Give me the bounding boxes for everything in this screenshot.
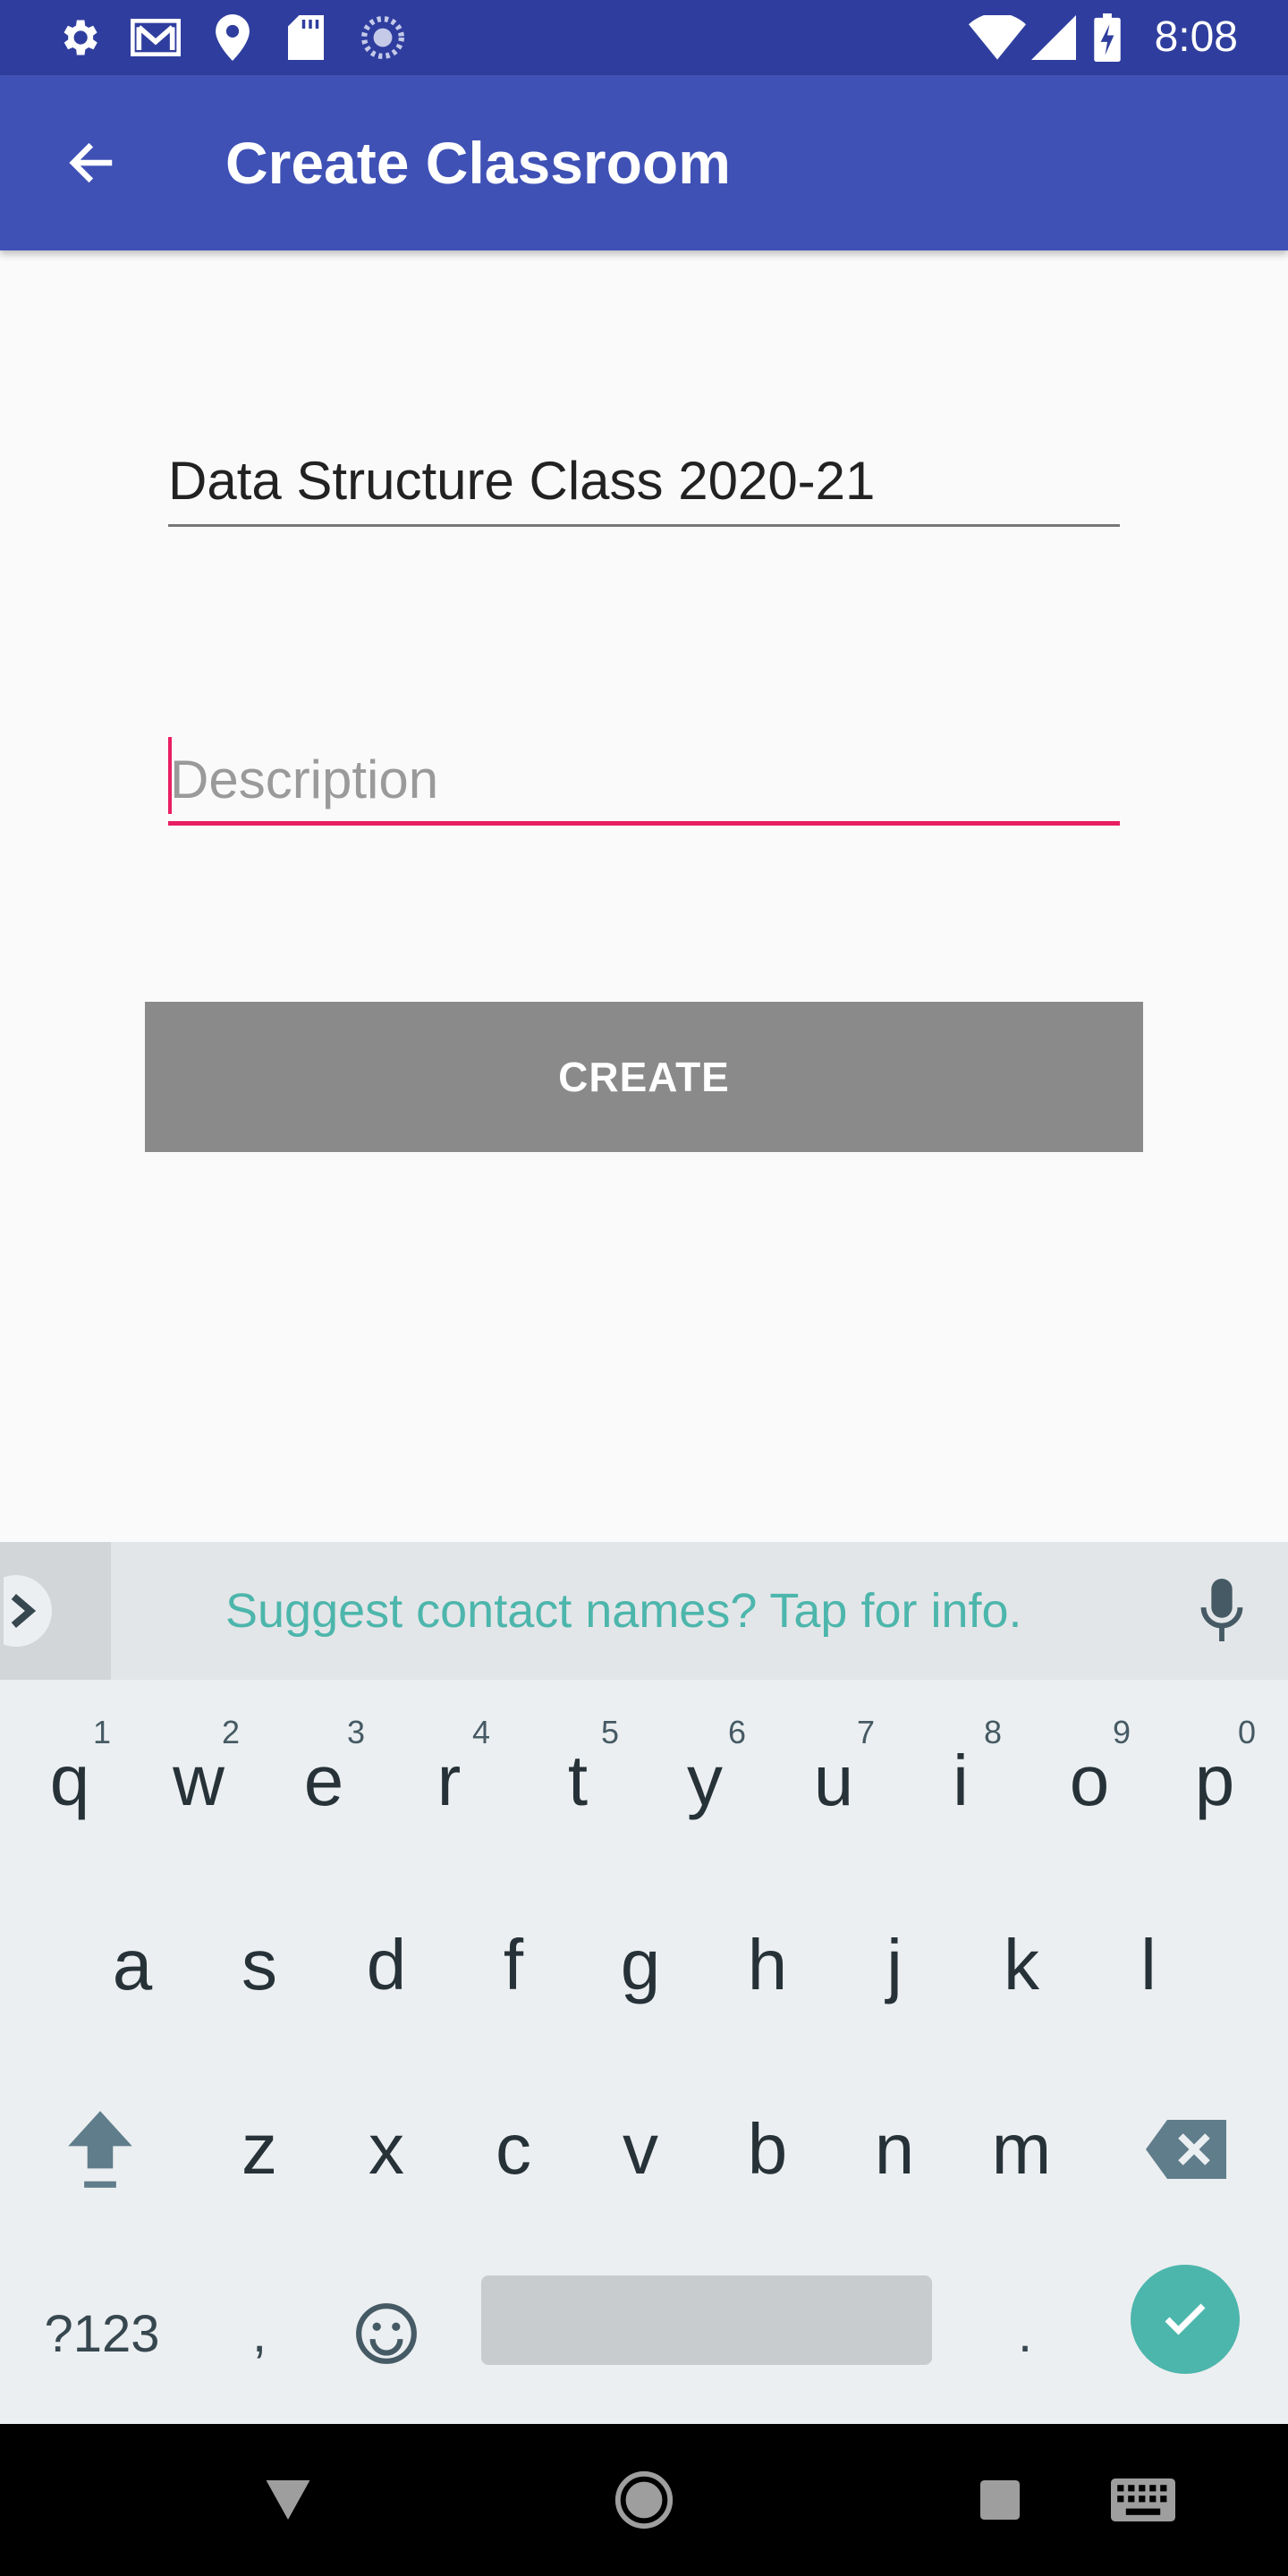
emoji-key[interactable] xyxy=(333,2249,440,2419)
classroom-name-field[interactable]: Data Structure Class 2020-21 xyxy=(168,429,1120,527)
key-j[interactable]: j xyxy=(841,1880,948,2050)
key-o[interactable]: o9 xyxy=(1036,1696,1143,1866)
key-c[interactable]: c xyxy=(460,2064,567,2234)
key-l[interactable]: l xyxy=(1095,1880,1202,2050)
key-s[interactable]: s xyxy=(206,1880,313,2050)
signal-icon xyxy=(1029,13,1079,63)
key-m[interactable]: m xyxy=(968,2064,1075,2234)
key-label: r xyxy=(436,1741,462,1820)
classroom-name-value: Data Structure Class 2020-21 xyxy=(168,451,876,511)
key-hint: 0 xyxy=(1237,1714,1256,1750)
key-hint: 7 xyxy=(856,1714,875,1750)
space-bar[interactable] xyxy=(481,2275,932,2365)
backspace-icon xyxy=(1146,2120,1226,2179)
comma-key[interactable]: , xyxy=(206,2249,313,2419)
key-a[interactable]: a xyxy=(79,1880,186,2050)
key-label: t xyxy=(567,1741,589,1820)
key-x[interactable]: x xyxy=(333,2064,440,2234)
sync-icon xyxy=(358,13,408,63)
key-b[interactable]: b xyxy=(714,2064,821,2234)
key-q[interactable]: q1 xyxy=(16,1696,123,1866)
gmail-icon xyxy=(131,13,181,63)
key-p[interactable]: p0 xyxy=(1161,1696,1268,1866)
key-label: y xyxy=(687,1741,723,1820)
symbols-key[interactable]: ?123 xyxy=(30,2249,174,2419)
key-hint: 5 xyxy=(600,1714,619,1750)
sd-card-icon xyxy=(281,13,331,63)
emoji-icon xyxy=(356,2303,417,2364)
description-field[interactable]: Description xyxy=(168,733,1120,826)
keyboard-icon[interactable] xyxy=(1100,2457,1186,2543)
key-u[interactable]: u7 xyxy=(780,1696,887,1866)
key-z[interactable]: z xyxy=(206,2064,313,2234)
suggestion-text[interactable]: Suggest contact names? Tap for info. xyxy=(225,1542,1022,1680)
key-r[interactable]: r4 xyxy=(395,1696,503,1866)
key-label: q xyxy=(49,1741,90,1820)
key-i[interactable]: i8 xyxy=(907,1696,1014,1866)
status-bar: 8:08 xyxy=(0,0,1288,75)
recents-square-icon[interactable] xyxy=(957,2457,1043,2543)
battery-charging-icon xyxy=(1089,13,1125,63)
status-time: 8:08 xyxy=(1154,13,1238,61)
key-f[interactable]: f xyxy=(460,1880,567,2050)
key-k[interactable]: k xyxy=(968,1880,1075,2050)
checkmark-icon xyxy=(1165,2303,1206,2335)
home-circle-icon[interactable] xyxy=(601,2457,687,2543)
period-key[interactable]: . xyxy=(971,2249,1079,2419)
expand-chevron-icon[interactable] xyxy=(0,1542,111,1680)
soft-keyboard: Suggest contact names? Tap for info. q1 … xyxy=(0,1542,1288,2424)
key-d[interactable]: d xyxy=(333,1880,440,2050)
key-hint: 1 xyxy=(92,1714,111,1750)
back-triangle-icon[interactable] xyxy=(245,2457,331,2543)
wifi-icon xyxy=(966,13,1029,63)
description-placeholder: Description xyxy=(170,750,439,809)
key-label: i xyxy=(953,1741,969,1820)
shift-key[interactable] xyxy=(47,2064,154,2234)
key-hint: 6 xyxy=(727,1714,746,1750)
key-label: e xyxy=(303,1741,344,1820)
app-bar: Create Classroom xyxy=(0,75,1288,250)
settings-icon xyxy=(54,13,104,63)
key-label: o xyxy=(1069,1741,1110,1820)
page-title: Create Classroom xyxy=(225,130,731,196)
key-label: p xyxy=(1194,1741,1235,1820)
key-h[interactable]: h xyxy=(714,1880,821,2050)
key-hint: 9 xyxy=(1112,1714,1131,1750)
key-n[interactable]: n xyxy=(841,2064,948,2234)
navigation-bar xyxy=(0,2424,1288,2576)
enter-button[interactable] xyxy=(1131,2265,1240,2374)
key-hint: 2 xyxy=(221,1714,240,1750)
location-icon xyxy=(208,13,258,63)
key-t[interactable]: t5 xyxy=(524,1696,631,1866)
suggestion-strip: Suggest contact names? Tap for info. xyxy=(0,1542,1288,1680)
key-hint: 3 xyxy=(346,1714,365,1750)
key-e[interactable]: e3 xyxy=(270,1696,377,1866)
back-arrow-icon[interactable] xyxy=(47,118,136,208)
create-button[interactable]: CREATE xyxy=(145,1002,1143,1152)
key-hint: 4 xyxy=(471,1714,490,1750)
shift-arrow-icon xyxy=(68,2111,132,2188)
key-y[interactable]: y6 xyxy=(651,1696,758,1866)
key-w[interactable]: w2 xyxy=(145,1696,252,1866)
key-hint: 8 xyxy=(983,1714,1002,1750)
key-label: w xyxy=(173,1741,225,1820)
key-g[interactable]: g xyxy=(587,1880,694,2050)
microphone-icon[interactable] xyxy=(1179,1567,1265,1653)
backspace-key[interactable] xyxy=(1132,2064,1240,2234)
key-label: u xyxy=(813,1741,854,1820)
key-v[interactable]: v xyxy=(587,2064,694,2234)
